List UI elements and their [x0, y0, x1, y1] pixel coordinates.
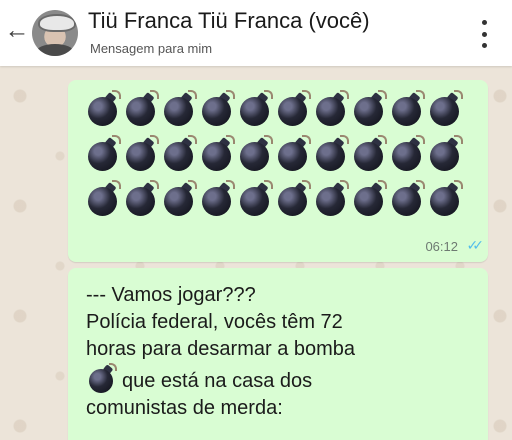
bomb-emoji-icon: [312, 90, 350, 128]
back-arrow-icon[interactable]: ←: [4, 18, 30, 44]
contact-subtitle: Mensagem para mim: [90, 41, 213, 56]
bomb-emoji-icon: [86, 363, 118, 395]
bomb-emoji-icon: [274, 180, 312, 218]
chat-area[interactable]: 06:12 ✓✓ --- Vamos jogar??? Polícia fede…: [0, 66, 512, 440]
message-line: comunistas de merda:: [86, 397, 283, 419]
message-line: horas para desarmar a bomba: [86, 338, 356, 360]
bomb-emoji-icon: [426, 135, 464, 173]
bomb-emoji-icon: [84, 180, 122, 218]
bomb-emoji-icon: [84, 90, 122, 128]
bomb-emoji-icon: [388, 180, 426, 218]
bomb-emoji-icon: [160, 180, 198, 218]
read-receipt-icon: ✓✓: [466, 237, 485, 253]
bomb-emoji-icon: [350, 135, 388, 173]
bomb-emoji-icon: [198, 180, 236, 218]
bomb-emoji-icon: [122, 180, 160, 218]
bomb-emoji-icon: [122, 135, 160, 173]
contact-name[interactable]: Tiü Franca Tiü Franca (você): [88, 8, 370, 34]
message-time: 06:12: [425, 239, 458, 254]
bomb-emoji-icon: [122, 90, 160, 128]
bomb-emoji-icon: [236, 90, 274, 128]
bomb-emoji-icon: [274, 90, 312, 128]
bomb-emoji-icon: [350, 90, 388, 128]
bomb-emoji-icon: [350, 180, 388, 218]
bomb-emoji-icon: [388, 135, 426, 173]
message-line: --- Vamos jogar???: [86, 284, 256, 306]
message-body: --- Vamos jogar??? Polícia federal, você…: [86, 282, 476, 422]
message-line-with-emoji: que está na casa dos: [86, 363, 476, 395]
bomb-emoji-icon: [236, 135, 274, 173]
bomb-emoji-icon: [198, 90, 236, 128]
chat-header: ← Tiü Franca Tiü Franca (você) Mensagem …: [0, 0, 512, 66]
bomb-emoji-icon: [312, 180, 350, 218]
bomb-emoji-icon: [160, 135, 198, 173]
bomb-emoji-grid: [84, 90, 464, 218]
avatar-shirt: [36, 44, 74, 56]
more-options-icon[interactable]: [474, 20, 494, 48]
avatar-hat: [38, 14, 76, 32]
bomb-emoji-icon: [426, 90, 464, 128]
outgoing-message-bombs[interactable]: 06:12 ✓✓: [68, 80, 488, 262]
bomb-emoji-icon: [198, 135, 236, 173]
bomb-emoji-icon: [274, 135, 312, 173]
message-line: Polícia federal, vocês têm 72: [86, 311, 343, 333]
bomb-emoji-icon: [236, 180, 274, 218]
bomb-emoji-icon: [84, 135, 122, 173]
bomb-emoji-icon: [388, 90, 426, 128]
message-line: que está na casa dos: [122, 370, 313, 392]
outgoing-message-text[interactable]: --- Vamos jogar??? Polícia federal, você…: [68, 268, 488, 440]
bomb-emoji-icon: [312, 135, 350, 173]
bomb-emoji-icon: [160, 90, 198, 128]
bomb-emoji-icon: [426, 180, 464, 218]
avatar[interactable]: [32, 10, 78, 56]
